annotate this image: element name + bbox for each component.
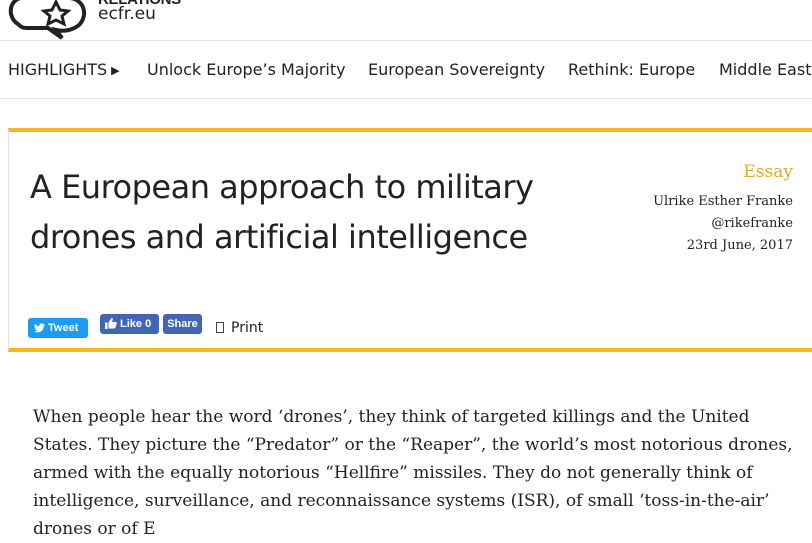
- nav-item-unlock-europes-majority[interactable]: Unlock Europe’s Majority: [147, 60, 346, 79]
- main-nav: HIGHLIGHTS ▶ Unlock Europe’s Majority Eur…: [0, 40, 812, 99]
- facebook-like-button[interactable]: Like 0: [100, 314, 159, 334]
- nav-highlights[interactable]: HIGHLIGHTS ▶: [8, 60, 120, 79]
- nav-item-rethink-europe[interactable]: Rethink: Europe: [568, 60, 695, 79]
- nav-item-european-sovereignty[interactable]: European Sovereignty: [368, 60, 545, 79]
- twitter-bird-icon: [34, 323, 45, 333]
- triangle-right-icon: ▶: [111, 64, 120, 77]
- article-header: A European approach to military drones a…: [8, 128, 812, 352]
- nav-item-middle-east[interactable]: Middle East: [719, 60, 811, 79]
- facebook-share-button[interactable]: Share: [163, 314, 202, 334]
- nav-highlights-label: HIGHLIGHTS: [8, 60, 108, 79]
- tweet-label: Tweet: [48, 322, 79, 334]
- thumbs-up-icon: [105, 318, 117, 329]
- logo-url-text[interactable]: ecfr.eu: [98, 4, 156, 24]
- article-type-label[interactable]: Essay: [653, 162, 793, 182]
- article-title: A European approach to military drones a…: [30, 168, 534, 256]
- print-icon: [216, 322, 224, 333]
- author-handle[interactable]: @rikefranke: [653, 213, 793, 235]
- ecfr-logo-icon[interactable]: [4, 0, 104, 40]
- print-button[interactable]: Print: [216, 320, 263, 336]
- author-name[interactable]: Ulrike Esther Franke: [653, 191, 793, 213]
- article-meta: Essay Ulrike Esther Franke @rikefranke 2…: [653, 162, 793, 257]
- publish-date: 23rd June, 2017: [686, 238, 793, 253]
- tweet-button[interactable]: Tweet: [28, 318, 88, 338]
- article-body-paragraph: When people hear the word ‘drones’, they…: [33, 407, 793, 539]
- print-label: Print: [231, 320, 264, 336]
- like-label: Like 0: [120, 318, 152, 330]
- site-header: RELATIONS ecfr.eu: [0, 0, 812, 40]
